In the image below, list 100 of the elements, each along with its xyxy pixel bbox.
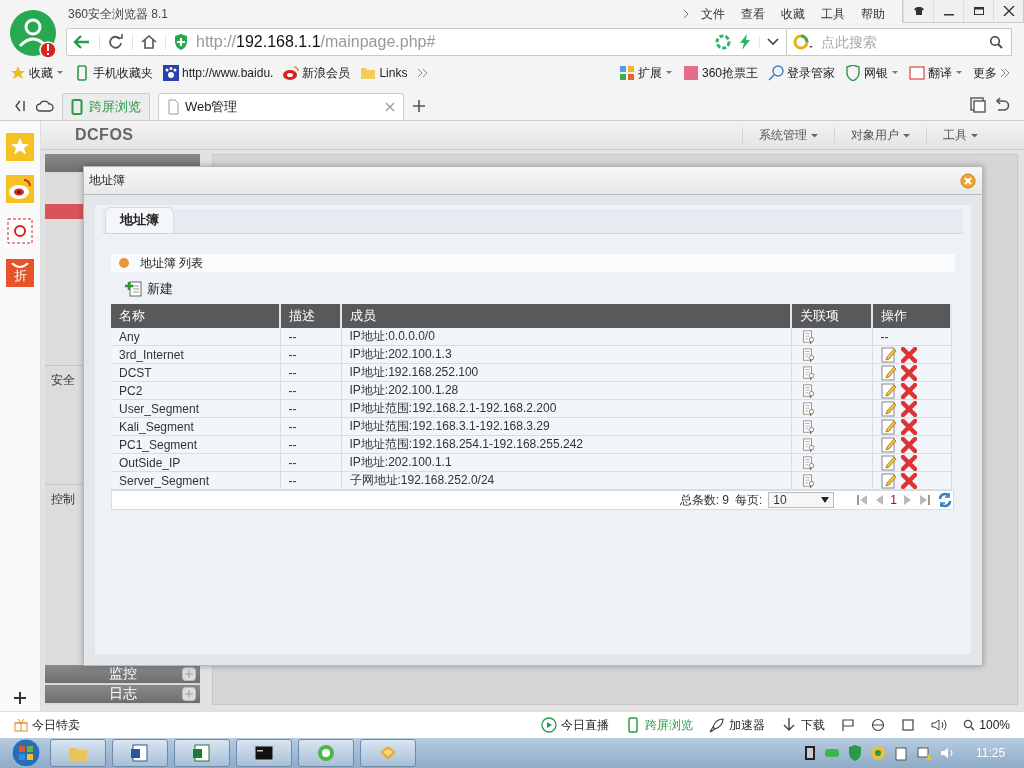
taskbar-app-icon[interactable]	[112, 739, 168, 767]
sidebar-toggle-icon[interactable]	[14, 99, 28, 113]
extension-item[interactable]: 更多	[973, 64, 1010, 82]
total-count: 总条数: 9	[679, 491, 729, 509]
column-header[interactable]: 关联项	[791, 304, 872, 328]
delete-icon[interactable]	[900, 472, 917, 489]
network-icon[interactable]	[916, 745, 932, 761]
nav-menu[interactable]: 系统管理	[742, 126, 834, 144]
close-icon[interactable]	[960, 172, 976, 189]
chevron-icon[interactable]	[682, 9, 690, 19]
flag-icon[interactable]	[841, 718, 856, 732]
add-icon[interactable]	[13, 691, 27, 705]
bookmark-item[interactable]: 手机收藏夹	[74, 64, 153, 82]
menu-item[interactable]: 收藏	[776, 5, 810, 23]
delete-icon[interactable]	[900, 418, 917, 435]
extension-item[interactable]: 翻译	[909, 64, 963, 82]
extension-item[interactable]: 360抢票王	[682, 64, 758, 82]
expand-icon[interactable]	[182, 667, 196, 681]
delete-icon[interactable]	[900, 436, 917, 453]
reload-icon[interactable]	[108, 34, 133, 50]
menu-item[interactable]: 工具	[816, 5, 850, 23]
status-bar-item[interactable]: 加速器	[709, 716, 766, 734]
edit-icon[interactable]	[880, 382, 897, 399]
edit-icon[interactable]	[880, 400, 897, 417]
bookmark-item[interactable]: Links	[360, 65, 408, 81]
close-tab-icon[interactable]	[385, 102, 395, 112]
search-field[interactable]: 点此搜索	[819, 33, 985, 51]
side-app-icon[interactable]: 折	[6, 259, 34, 287]
volume-icon[interactable]	[931, 718, 948, 732]
first-page-icon[interactable]	[856, 494, 869, 506]
extension-item[interactable]: 网银	[845, 64, 899, 82]
delete-icon[interactable]	[900, 400, 917, 417]
search-engine-icon[interactable]	[793, 34, 815, 50]
address-bar[interactable]: http://192.168.1.1/mainpage.php#	[66, 28, 787, 56]
edit-icon[interactable]	[880, 454, 897, 471]
side-app-icon[interactable]	[6, 217, 34, 245]
window-icon[interactable]	[901, 718, 916, 732]
table-cell: OutSide_IP	[111, 453, 280, 472]
edit-icon[interactable]	[880, 346, 897, 363]
taskbar-app-icon[interactable]	[236, 739, 292, 767]
status-bar-item[interactable]: 今日直播	[541, 716, 610, 734]
status-bar-item[interactable]: 跨屏浏览	[625, 716, 694, 734]
url-text[interactable]: http://192.168.1.1/mainpage.php#	[196, 33, 707, 51]
last-page-icon[interactable]	[919, 494, 931, 506]
edit-icon[interactable]	[880, 436, 897, 453]
search-icon[interactable]	[989, 35, 1003, 49]
per-page-select[interactable]: 10	[768, 492, 835, 508]
menu-item[interactable]: 帮助	[856, 5, 890, 23]
column-header[interactable]: 操作	[872, 304, 951, 328]
column-header[interactable]: 描述	[280, 304, 341, 328]
restore-tabs-icon[interactable]	[970, 97, 986, 113]
search-box[interactable]: 点此搜索	[787, 28, 1012, 56]
caret-icon	[955, 70, 963, 76]
new-button[interactable]: 新建	[125, 280, 173, 298]
column-header[interactable]: 名称	[111, 304, 280, 328]
menu-item[interactable]: 文件	[696, 5, 730, 23]
table-cell: IP地址范围:192.168.254.1-192.168.255.242	[341, 435, 791, 454]
magnifier-icon	[963, 719, 976, 731]
edit-icon[interactable]	[880, 472, 897, 489]
lightning-icon[interactable]	[739, 34, 751, 50]
browser-tab[interactable]: Web管理	[158, 93, 404, 120]
delete-icon[interactable]	[900, 454, 917, 471]
cloud-icon[interactable]	[36, 99, 54, 113]
browser-icon[interactable]	[871, 718, 886, 732]
speed-icon[interactable]	[715, 34, 731, 50]
caret-icon	[971, 132, 978, 138]
sidebar-header[interactable]: 监控	[45, 665, 200, 683]
extension-item[interactable]: 登录管家	[768, 64, 835, 82]
edit-icon[interactable]	[880, 364, 897, 381]
edit-icon[interactable]	[880, 418, 897, 435]
bookmark-item[interactable]: 收藏	[10, 64, 64, 82]
next-page-icon[interactable]	[903, 494, 913, 506]
deals-link[interactable]: 今日特卖	[14, 716, 80, 734]
menu-item[interactable]: 查看	[736, 5, 770, 23]
back-icon[interactable]	[73, 34, 100, 50]
extension-item[interactable]: 扩展	[618, 64, 673, 82]
delete-icon[interactable]	[900, 364, 917, 381]
sidebar-header[interactable]: 日志	[45, 685, 200, 703]
more-bookmarks-icon[interactable]	[417, 68, 430, 78]
prev-page-icon[interactable]	[874, 494, 885, 506]
dropdown-icon[interactable]	[759, 37, 780, 47]
nav-menu[interactable]: 对象用户	[834, 126, 926, 144]
tray-icon[interactable]	[804, 745, 816, 761]
zoom-level[interactable]: 100%	[963, 718, 1010, 732]
bookmark-item[interactable]: http://www.baidu.	[163, 65, 274, 81]
undo-icon[interactable]	[994, 97, 1010, 113]
bookmark-item[interactable]: 新浪会员	[283, 64, 351, 82]
home-icon[interactable]	[141, 34, 166, 50]
new-tab-icon[interactable]	[412, 99, 426, 113]
user-avatar-icon[interactable]	[10, 10, 58, 60]
expand-icon[interactable]	[182, 687, 196, 701]
start-button[interactable]	[8, 738, 44, 768]
delete-icon[interactable]	[900, 346, 917, 363]
delete-icon[interactable]	[900, 382, 917, 399]
side-app-icon[interactable]	[6, 175, 34, 203]
nav-menu[interactable]: 工具	[926, 126, 994, 144]
status-bar-item[interactable]: 下载	[781, 716, 826, 734]
refresh-icon[interactable]	[937, 492, 953, 508]
column-header[interactable]: 成员	[341, 304, 791, 328]
dialog-tab[interactable]: 地址簿	[105, 207, 174, 233]
